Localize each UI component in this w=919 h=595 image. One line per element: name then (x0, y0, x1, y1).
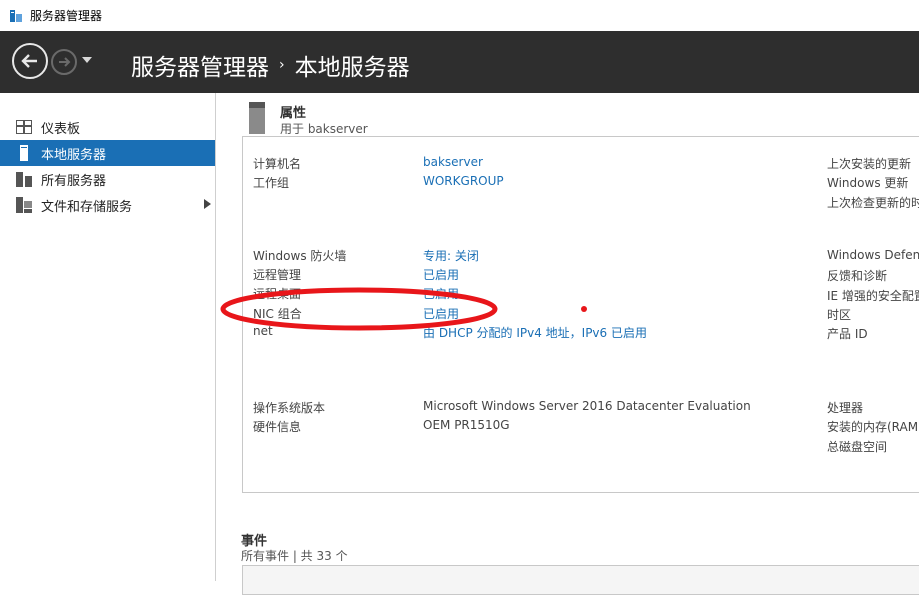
window-title: 服务器管理器 (30, 9, 103, 23)
property-label: 远程管理 (253, 268, 302, 282)
property-label: 计算机名 (253, 157, 302, 171)
breadcrumb-separator: › (279, 57, 285, 73)
property-label: 产品 ID (827, 327, 868, 341)
nic-teaming-link[interactable]: 已启用 (423, 305, 459, 322)
os-version-value: Microsoft Windows Server 2016 Datacenter… (423, 399, 751, 413)
property-label: 操作系统版本 (253, 401, 326, 415)
firewall-link[interactable]: 专用: 关闭 (423, 247, 479, 264)
header-bar: 服务器管理器 › 本地服务器 (0, 31, 919, 93)
sidebar-item-local-server[interactable]: 本地服务器 (0, 140, 215, 166)
arrow-right-icon (59, 57, 71, 67)
breadcrumb: 服务器管理器 › 本地服务器 (131, 48, 410, 82)
sidebar-item-all-servers[interactable]: 所有服务器 (0, 166, 215, 192)
remote-management-link[interactable]: 已启用 (423, 266, 459, 283)
sidebar-item-label: 所有服务器 (41, 173, 107, 189)
dashboard-icon (16, 119, 32, 135)
property-label: net (253, 324, 273, 338)
sidebar: 仪表板 本地服务器 所有服务器 文件和存储服务 (0, 93, 216, 581)
property-label: 远程桌面 (253, 287, 302, 301)
computer-name-link[interactable]: bakserver (423, 155, 483, 169)
property-label: 工作组 (253, 176, 290, 190)
events-subtitle: 所有事件 | 共 33 个 (241, 549, 348, 563)
back-button[interactable] (12, 43, 48, 79)
property-label: 上次安装的更新 (827, 157, 912, 171)
properties-panel: 计算机名 工作组 Windows 防火墙 远程管理 远程桌面 NIC 组合 ne… (242, 136, 919, 493)
property-label: 总磁盘空间 (827, 440, 888, 454)
chevron-right-icon[interactable] (204, 199, 211, 209)
main-content: 属性 用于 bakserver 计算机名 工作组 Windows 防火墙 远程管… (216, 93, 919, 595)
sidebar-item-label: 仪表板 (41, 121, 81, 137)
server-icon (16, 145, 32, 161)
arrow-left-icon (21, 54, 37, 68)
servers-icon (16, 171, 32, 187)
breadcrumb-current: 本地服务器 (294, 55, 410, 81)
property-label: IE 增强的安全配置 (827, 289, 919, 303)
property-label: NIC 组合 (253, 307, 302, 321)
server-manager-app-icon (10, 9, 22, 22)
property-label: 时区 (827, 308, 852, 322)
history-dropdown-icon[interactable] (82, 57, 92, 63)
properties-subtitle: 用于 bakserver (280, 122, 368, 136)
network-link[interactable]: 由 DHCP 分配的 IPv4 地址，IPv6 已启用 (423, 324, 647, 341)
property-label: Windows 防火墙 (253, 249, 347, 263)
property-label: 硬件信息 (253, 420, 302, 434)
property-label: 反馈和诊断 (827, 269, 888, 283)
breadcrumb-root[interactable]: 服务器管理器 (131, 48, 269, 82)
property-label: 上次检查更新的时 (827, 196, 919, 210)
server-tower-icon (249, 102, 265, 134)
sidebar-item-file-storage[interactable]: 文件和存储服务 (0, 192, 215, 218)
sidebar-item-dashboard[interactable]: 仪表板 (0, 114, 215, 140)
title-bar: 服务器管理器 (0, 0, 919, 32)
sidebar-item-label: 本地服务器 (41, 147, 107, 163)
sidebar-item-label: 文件和存储服务 (41, 199, 133, 215)
storage-icon (16, 197, 32, 213)
forward-button[interactable] (51, 49, 77, 75)
property-label: 处理器 (827, 401, 864, 415)
events-panel (242, 565, 919, 595)
hardware-info-value: OEM PR1510G (423, 418, 510, 432)
property-label: Windows 更新 (827, 176, 909, 190)
workgroup-link[interactable]: WORKGROUP (423, 174, 504, 188)
property-label: Windows Defend (827, 248, 919, 262)
remote-desktop-link[interactable]: 已启用 (423, 285, 459, 302)
properties-title: 属性 (280, 106, 307, 121)
property-label: 安装的内存(RAM (827, 420, 919, 434)
